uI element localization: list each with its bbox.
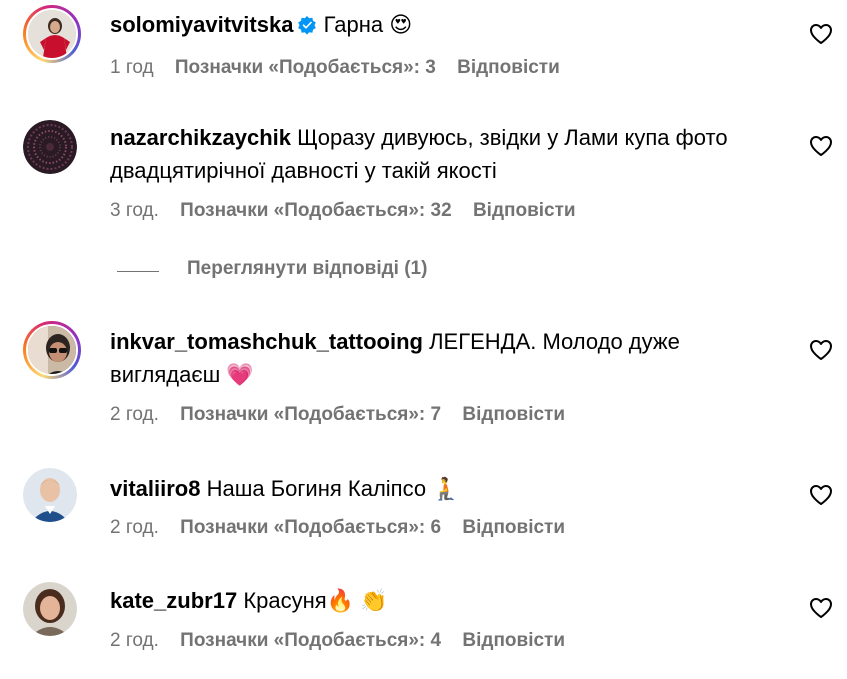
likes-count[interactable]: Позначки «Подобається»: 4 [180, 630, 441, 651]
comment-text: vitaliiro8 Наша Богиня Каліпсо 🧎 [110, 472, 790, 505]
likes-count[interactable]: Позначки «Подобається»: 6 [180, 517, 441, 538]
comment-meta: 3 год. Позначки «Подобається»: 32 Відпов… [110, 200, 592, 222]
likes-count[interactable]: Позначки «Подобається»: 3 [175, 57, 436, 78]
view-replies-label[interactable]: Переглянути відповіді (1) [187, 258, 427, 280]
comment-time[interactable]: 3 год. [110, 200, 159, 221]
comment-time[interactable]: 2 год. [110, 404, 159, 425]
heart-icon[interactable] [809, 339, 833, 361]
comment-text: inkvar_tomashchuk_tattooing ЛЕГЕНДА. Мол… [110, 325, 790, 391]
avatar[interactable] [23, 468, 77, 522]
reply-button[interactable]: Відповісти [457, 57, 560, 78]
comment-time[interactable]: 1 год [110, 57, 154, 78]
comment-text: nazarchikzaychik Щоразу дивуюсь, звідки … [110, 121, 790, 187]
likes-count[interactable]: Позначки «Подобається»: 32 [180, 200, 452, 221]
avatar[interactable] [23, 582, 77, 636]
heart-icon[interactable] [809, 135, 833, 157]
reply-button[interactable]: Відповісти [462, 630, 565, 651]
comment-meta: 2 год. Позначки «Подобається»: 6 Відпові… [110, 517, 581, 539]
heart-icon[interactable] [809, 484, 833, 506]
heart-icon[interactable] [809, 597, 833, 619]
comment-body: Красуня🔥 👏 [243, 588, 388, 613]
woman-red-dress-avatar-icon [28, 10, 76, 58]
comment-body: Щоразу дивуюсь, звідки у Лами купа фото [297, 125, 728, 150]
reply-button[interactable]: Відповісти [462, 404, 565, 425]
comment-text: kate_zubr17 Красуня🔥 👏 [110, 584, 790, 617]
comment-body-line2: двадцятирічної давності у такій якості [110, 158, 497, 183]
comment-time[interactable]: 2 год. [110, 517, 159, 538]
comment-meta: 2 год. Позначки «Подобається»: 4 Відпові… [110, 630, 581, 652]
likes-count[interactable]: Позначки «Подобається»: 7 [180, 404, 441, 425]
username[interactable]: vitaliiro8 [110, 476, 200, 501]
username[interactable]: nazarchikzaychik [110, 125, 291, 150]
replies-divider [117, 271, 159, 272]
avatar[interactable] [23, 5, 81, 63]
username[interactable]: kate_zubr17 [110, 588, 237, 613]
comment-meta: 1 год Позначки «Подобається»: 3 Відповіс… [110, 57, 576, 79]
comment-time[interactable]: 2 год. [110, 630, 159, 651]
comment-text: solomiyavitvitska Гарна 😍 [110, 8, 790, 41]
dark-pattern-avatar-icon [23, 120, 77, 174]
username[interactable]: inkvar_tomashchuk_tattooing [110, 329, 423, 354]
reply-button[interactable]: Відповісти [462, 517, 565, 538]
heart-icon[interactable] [809, 23, 833, 45]
avatar[interactable] [23, 321, 81, 379]
comment-meta: 2 год. Позначки «Подобається»: 7 Відпові… [110, 404, 581, 426]
man-sunglasses-avatar-icon [28, 326, 76, 374]
comment-body-line2: виглядаєш 💗 [110, 362, 254, 387]
man-portrait-avatar-icon [23, 468, 77, 522]
avatar[interactable] [23, 120, 77, 174]
verified-badge-icon [298, 16, 317, 35]
username[interactable]: solomiyavitvitska [110, 12, 293, 37]
comment-body: Наша Богиня Каліпсо 🧎 [206, 476, 460, 501]
woman-portrait-avatar-icon [23, 582, 77, 636]
reply-button[interactable]: Відповісти [473, 200, 576, 221]
comment-body: ЛЕГЕНДА. Молодо дуже [429, 329, 680, 354]
comment-body: Гарна 😍 [323, 12, 413, 37]
